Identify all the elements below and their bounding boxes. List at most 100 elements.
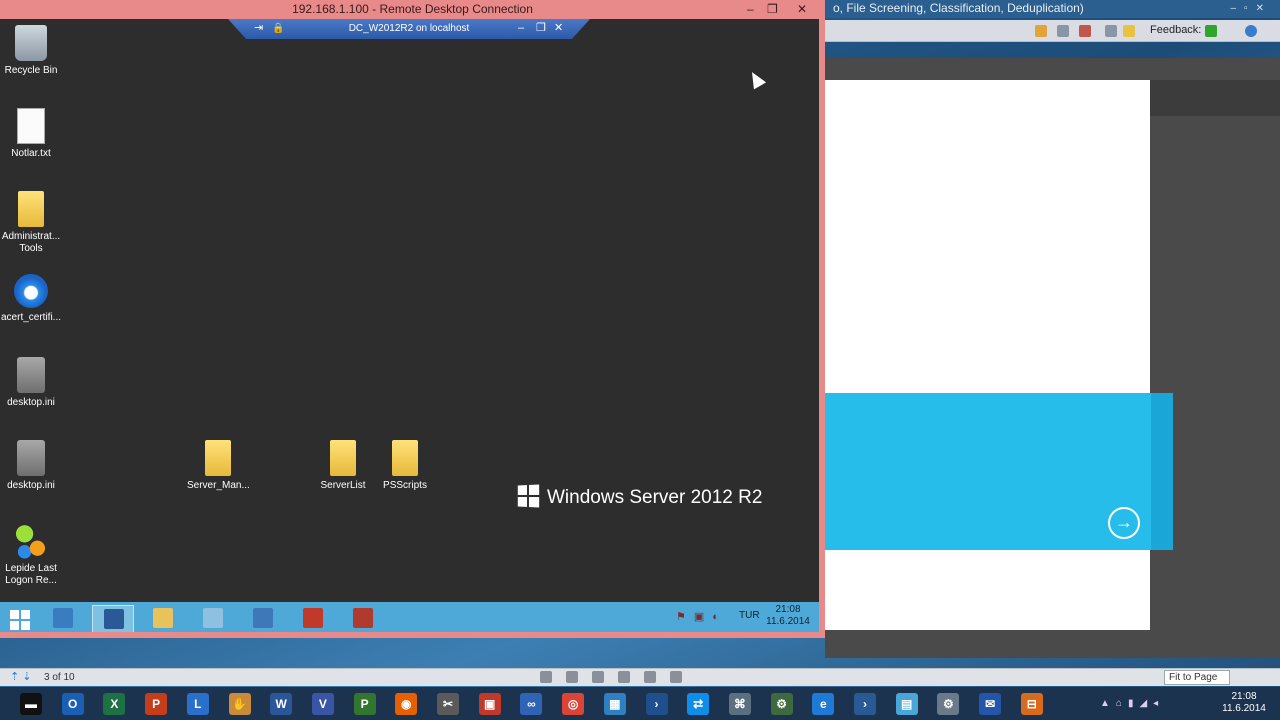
host-clock-time: 21:08 bbox=[1231, 691, 1257, 702]
desktop-icon[interactable]: desktop.ini bbox=[0, 440, 62, 492]
host-taskbar-visio-icon[interactable]: V bbox=[311, 693, 334, 715]
host-taskbar-excel-icon[interactable]: X bbox=[103, 693, 126, 715]
page-nav-icon[interactable]: ⇡ ⇣ bbox=[10, 670, 32, 683]
remote-taskbar: ⚑▣◐ TUR 21:08 11.6.2014 bbox=[0, 602, 819, 632]
pen-icon[interactable] bbox=[1057, 25, 1069, 37]
rdp-title-bar: 192.168.1.100 - Remote Desktop Connectio… bbox=[0, 0, 825, 19]
host-taskbar-toolbox-icon[interactable]: ▣ bbox=[478, 693, 501, 715]
host-taskbar: ▬ O X P L ✋ W V P ◉ ✂ ▣ ∞ ◎ ▦ › ⇄ ⌘ ⚙ e › ▤ ⚙ ✉ ⊟ bbox=[0, 687, 1280, 720]
desktop-icon[interactable]: Administrat... Tools bbox=[0, 191, 62, 255]
host-status-bar: ⇡ ⇣ 3 of 10 Fit to Page bbox=[0, 668, 1280, 686]
lock-icon: 🔒 bbox=[272, 23, 285, 34]
host-taskbar-cmd-icon[interactable]: ▬ bbox=[20, 693, 42, 715]
desktop-icon[interactable]: desktop.ini bbox=[0, 357, 62, 409]
feedback-status-icon[interactable] bbox=[1205, 25, 1217, 37]
pin-icon[interactable]: ⇥ bbox=[254, 19, 263, 38]
desktop-icon-label: ServerList bbox=[320, 480, 366, 491]
language-indicator[interactable]: TUR bbox=[739, 610, 760, 621]
desktop-icon[interactable]: Lepide Last Logon Re... bbox=[0, 523, 62, 587]
host-taskbar-firefox-icon[interactable]: ◉ bbox=[395, 693, 418, 715]
desktop-icon-label: Recycle Bin bbox=[4, 65, 58, 76]
remote-clock-date: 11.6.2014 bbox=[766, 616, 810, 627]
host-taskbar-outlook-2-icon[interactable]: ✉ bbox=[979, 693, 1002, 715]
desktop-icon[interactable]: PSScripts bbox=[374, 440, 436, 492]
host-tray-icons[interactable]: ▲⌂▮◢◂ bbox=[1100, 698, 1164, 709]
taskbar-powershell-ise[interactable] bbox=[242, 605, 284, 632]
desktop-icon[interactable]: Recycle Bin bbox=[0, 25, 62, 77]
taskbar-toolbox[interactable] bbox=[292, 605, 334, 632]
folder-icon bbox=[205, 440, 231, 476]
rdp-window-title: 192.168.1.100 - Remote Desktop Connectio… bbox=[292, 2, 533, 16]
host-taskbar-powershell-icon[interactable]: › bbox=[645, 693, 668, 715]
remote-desktop: ⇥ 🔒 DC_W2012R2 on localhost – ❐ ✕ Recycl… bbox=[0, 19, 819, 632]
taskbar-tools[interactable] bbox=[342, 605, 384, 632]
host-clock-date: 11.6.2014 bbox=[1222, 703, 1266, 714]
help-icon[interactable] bbox=[1245, 25, 1257, 37]
taskbar-powershell[interactable] bbox=[92, 605, 134, 632]
desktop-icon[interactable]: Server_Man... bbox=[187, 440, 250, 492]
host-taskbar-word-icon[interactable]: W bbox=[270, 693, 293, 715]
next-arrow-icon[interactable]: → bbox=[1108, 507, 1140, 539]
desktop-icon-label: Notlar.txt bbox=[11, 148, 51, 159]
host-taskbar-hand-tool-icon[interactable]: ✋ bbox=[228, 693, 251, 715]
highlight-icon[interactable] bbox=[1079, 25, 1091, 37]
host-taskbar-infinity-icon[interactable]: ∞ bbox=[520, 693, 543, 715]
hand-icon[interactable] bbox=[1035, 25, 1047, 37]
branding-text: Windows Server 2012 R2 bbox=[547, 487, 763, 508]
bar-restore-icon[interactable]: ❐ bbox=[536, 19, 546, 38]
note-icon[interactable] bbox=[1123, 25, 1135, 37]
mouse-cursor-icon bbox=[745, 68, 767, 90]
remote-clock[interactable]: 21:08 11.6.2014 bbox=[765, 604, 811, 628]
host-taskbar-admin-tools-icon[interactable]: ⚙ bbox=[770, 693, 793, 715]
host-clock[interactable]: 21:08 11.6.2014 bbox=[1214, 691, 1274, 715]
host-taskbar-settings-icon[interactable]: ⚙ bbox=[937, 693, 960, 715]
desktop-icon-label: Administrat... Tools bbox=[1, 231, 61, 254]
host-taskbar-snipping-icon[interactable]: ✂ bbox=[437, 693, 459, 715]
host-taskbar-powershell-2-icon[interactable]: › bbox=[854, 693, 876, 715]
host-taskbar-ie-icon[interactable]: e bbox=[812, 693, 835, 715]
windows-logo-icon bbox=[517, 484, 540, 508]
bar-close-icon[interactable]: ✕ bbox=[554, 19, 563, 38]
zoom-select[interactable]: Fit to Page bbox=[1164, 670, 1230, 685]
folder-icon bbox=[330, 440, 356, 476]
host-taskbar-calculator-icon[interactable]: ▦ bbox=[603, 693, 626, 715]
windows-server-logo: Windows Server 2012 R2 bbox=[517, 484, 763, 509]
folder-icon bbox=[392, 440, 418, 476]
host-taskbar-outlook-icon[interactable]: O bbox=[61, 693, 84, 715]
minimize-icon[interactable]: – bbox=[747, 0, 754, 18]
remote-clock-time: 21:08 bbox=[775, 604, 801, 615]
host-taskbar-network-icon[interactable]: ⌘ bbox=[728, 693, 751, 715]
desktop-icon-label: desktop.ini bbox=[7, 397, 55, 408]
tools-icon bbox=[353, 608, 373, 628]
start-button[interactable] bbox=[10, 610, 30, 630]
desktop-icon[interactable]: acert_certifi... bbox=[0, 274, 62, 324]
file-icon bbox=[17, 108, 45, 144]
host-taskbar-teamviewer-icon[interactable]: ⇄ bbox=[687, 693, 710, 715]
desktop-icon-label: desktop.ini bbox=[7, 480, 55, 491]
desktop-icon-label: PSScripts bbox=[383, 480, 427, 491]
bar-minimize-icon[interactable]: – bbox=[518, 19, 524, 38]
rdp-window: 192.168.1.100 - Remote Desktop Connectio… bbox=[0, 0, 825, 638]
host-window-controls[interactable]: –▫✕ bbox=[1231, 0, 1273, 17]
host-taskbar-lync-icon[interactable]: L bbox=[186, 693, 209, 715]
taskbar-notepad[interactable] bbox=[192, 605, 234, 632]
host-taskbar-explorer-2-icon[interactable]: ▤ bbox=[895, 693, 918, 715]
connection-bar: ⇥ 🔒 DC_W2012R2 on localhost – ❐ ✕ bbox=[228, 19, 590, 39]
remote-tray-icons[interactable]: ⚑▣◐ bbox=[676, 610, 727, 623]
host-taskbar-chrome-icon[interactable]: ◎ bbox=[562, 693, 585, 715]
taskbar-file-explorer[interactable] bbox=[142, 605, 184, 632]
restore-icon[interactable]: ❐ bbox=[767, 0, 778, 18]
pointer-icon[interactable] bbox=[1105, 25, 1117, 37]
annotation-tools[interactable] bbox=[540, 671, 740, 685]
host-taskbar-project-icon[interactable]: P bbox=[353, 693, 376, 715]
ini-icon bbox=[17, 440, 45, 476]
close-icon[interactable]: ✕ bbox=[797, 0, 807, 18]
desktop-icon[interactable]: Notlar.txt bbox=[0, 108, 62, 160]
host-taskbar-powerpoint-icon[interactable]: P bbox=[145, 693, 168, 715]
taskbar-server-manager[interactable] bbox=[42, 605, 84, 632]
desktop-icon[interactable]: ServerList bbox=[312, 440, 374, 492]
host-taskbar-slides-icon[interactable]: ⊟ bbox=[1020, 693, 1043, 715]
notepad-icon bbox=[203, 608, 223, 628]
powershell-icon bbox=[104, 609, 124, 629]
powershell-ise-icon bbox=[253, 608, 273, 628]
